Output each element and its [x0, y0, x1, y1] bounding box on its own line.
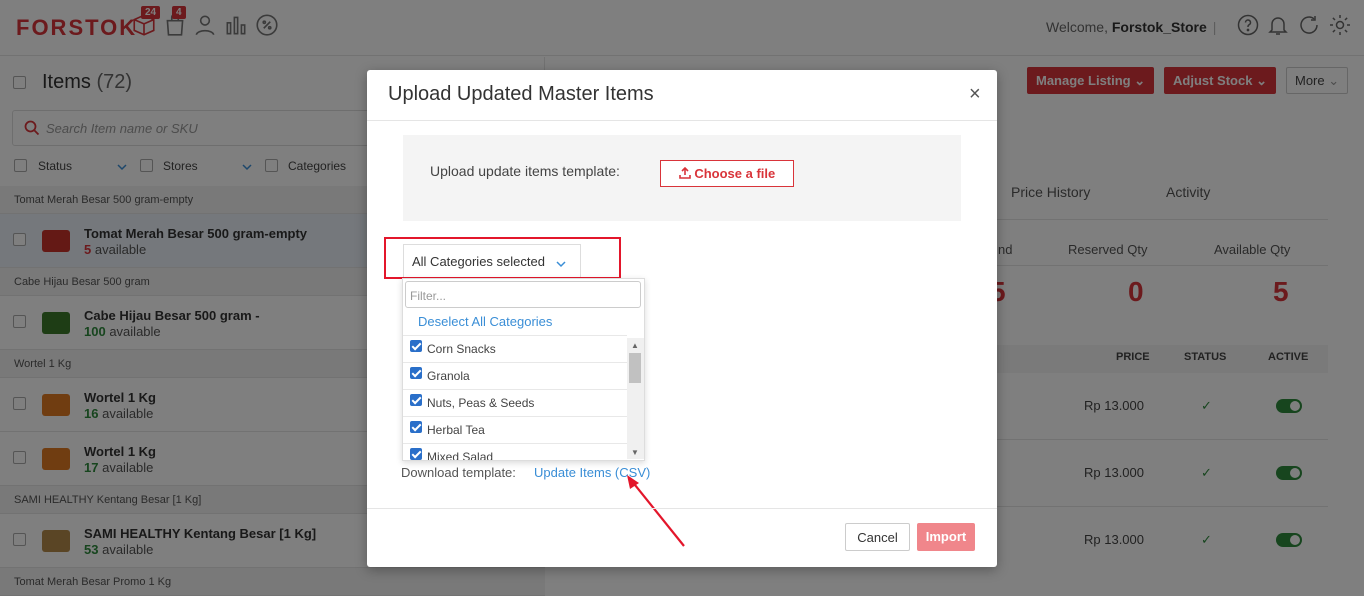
checkbox-checked-icon[interactable] [410, 367, 422, 379]
modal-header-divider [367, 120, 997, 121]
choose-file-label: Choose a file [694, 166, 776, 181]
checkbox-checked-icon[interactable] [410, 448, 422, 460]
category-option[interactable]: Nuts, Peas & Seeds [403, 389, 627, 416]
category-option[interactable]: Mixed Salad [403, 443, 627, 460]
category-option-label: Herbal Tea [427, 423, 485, 437]
scroll-down-icon[interactable]: ▼ [631, 448, 639, 457]
upload-icon [678, 166, 691, 179]
category-option[interactable]: Corn Snacks [403, 335, 627, 362]
deselect-all-link[interactable]: Deselect All Categories [418, 314, 552, 329]
upload-label: Upload update items template: [430, 163, 620, 179]
category-filter-input[interactable]: Filter... [405, 281, 641, 308]
choose-file-button[interactable]: Choose a file [660, 160, 794, 187]
import-button[interactable]: Import [917, 523, 975, 551]
annotation-arrow [627, 475, 685, 547]
category-option-label: Mixed Salad [427, 450, 494, 460]
cancel-button[interactable]: Cancel [845, 523, 910, 551]
category-option-label: Nuts, Peas & Seeds [427, 396, 535, 410]
modal-footer-divider [367, 508, 997, 509]
download-template-label: Download template: [401, 465, 516, 480]
category-option[interactable]: Herbal Tea [403, 416, 627, 443]
close-icon[interactable]: × [969, 83, 981, 106]
checkbox-checked-icon[interactable] [410, 394, 422, 406]
checkbox-checked-icon[interactable] [410, 340, 422, 352]
modal-title: Upload Updated Master Items [388, 83, 654, 105]
scrollbar-thumb[interactable] [629, 353, 641, 383]
scroll-up-icon[interactable]: ▲ [631, 341, 639, 350]
category-option[interactable]: Granola [403, 362, 627, 389]
category-option-label: Granola [427, 369, 470, 383]
checkbox-checked-icon[interactable] [410, 421, 422, 433]
annotation-highlight-box [384, 237, 621, 279]
category-option-label: Corn Snacks [427, 342, 496, 356]
upload-modal: Upload Updated Master Items × Upload upd… [367, 70, 997, 567]
